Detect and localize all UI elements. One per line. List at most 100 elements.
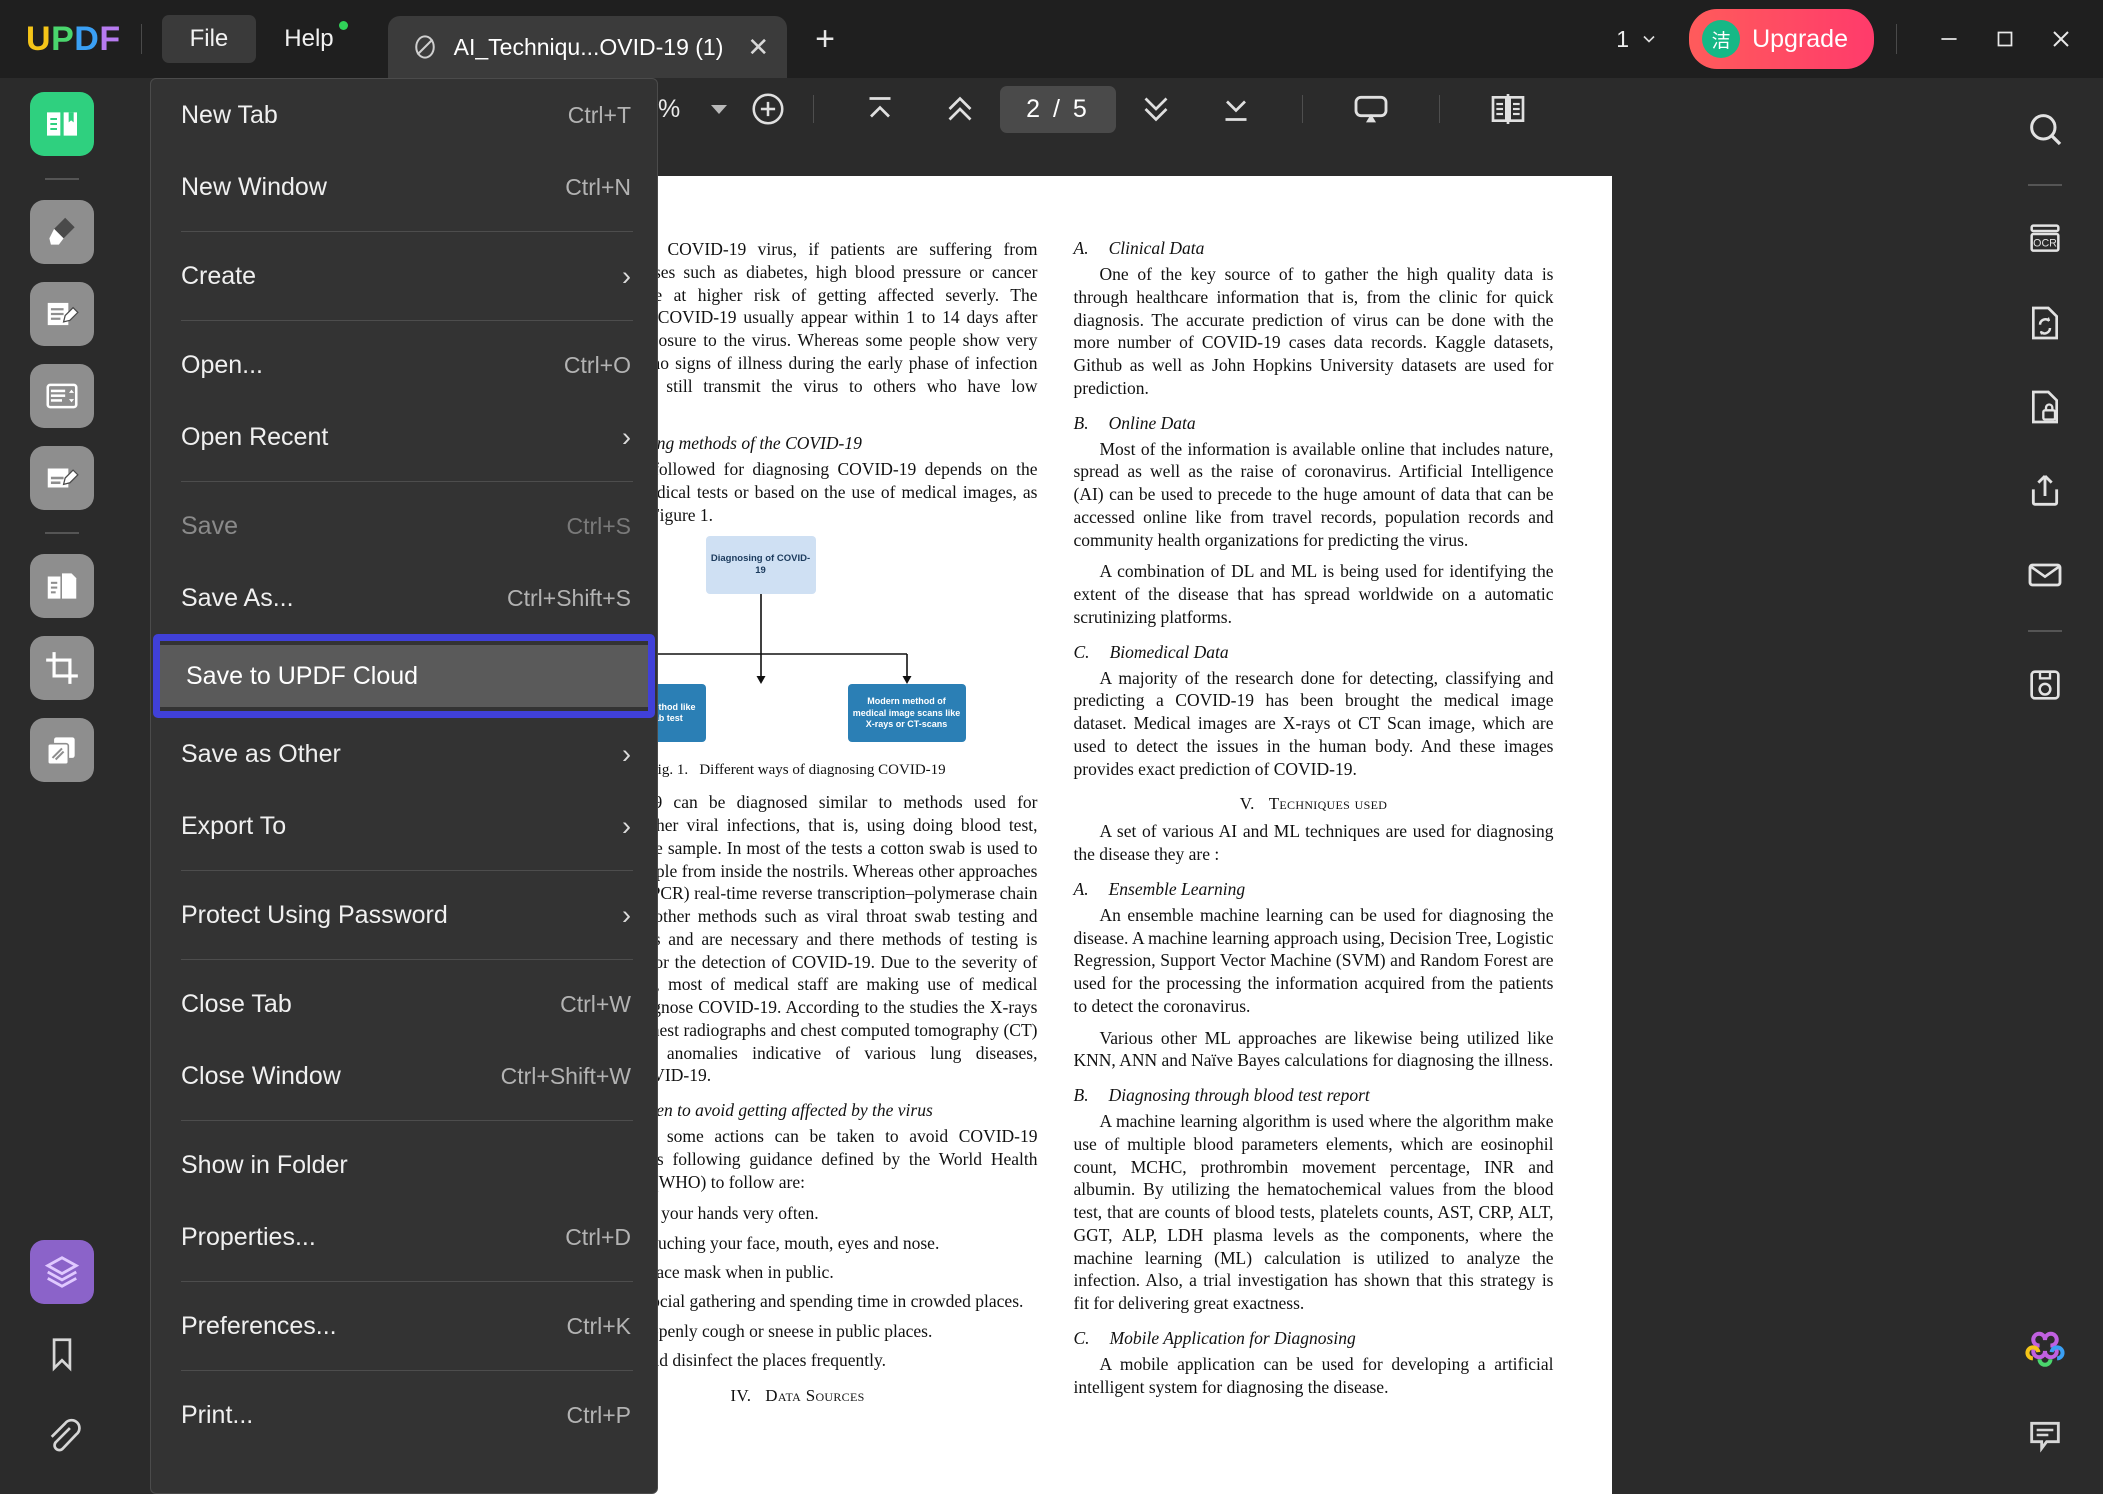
menu-item-label: New Tab bbox=[181, 100, 278, 129]
titlebar-right-group: 1 洁 Upgrade bbox=[1616, 9, 2103, 69]
paragraph: A machine learning algorithm is used whe… bbox=[1073, 1111, 1554, 1313]
avatar: 洁 bbox=[1702, 20, 1741, 58]
menu-item-open[interactable]: Open... Ctrl+O bbox=[151, 329, 657, 401]
close-window-button[interactable] bbox=[2033, 11, 2089, 67]
sidebar-item-edit-pdf[interactable] bbox=[30, 282, 94, 346]
heading-letter: A. bbox=[1073, 878, 1089, 899]
menu-item-label: Create bbox=[181, 261, 257, 290]
file-menu-dropdown[interactable]: New Tab Ctrl+T New Window Ctrl+N Create › Open… bbox=[150, 78, 658, 1494]
heading-letter: A. bbox=[1073, 238, 1089, 258]
file-menu-button[interactable]: File bbox=[161, 15, 257, 63]
sidebar-item-attachment[interactable] bbox=[30, 1404, 94, 1468]
paragraph: Most of the information is available onl… bbox=[1073, 438, 1554, 550]
menu-item-close-window[interactable]: Close Window Ctrl+Shift+W bbox=[151, 1040, 657, 1112]
updf-logo: UPDF bbox=[26, 19, 121, 58]
compress-icon[interactable] bbox=[2014, 654, 2076, 716]
maximize-button[interactable] bbox=[1977, 11, 2033, 67]
paragraph: A combination of DL and ML is being used… bbox=[1073, 561, 1554, 627]
menu-item-save-as-other[interactable]: Save as Other › bbox=[151, 718, 657, 790]
right-sidebar: OCR bbox=[1987, 78, 2103, 1494]
menu-item-protect-using-password[interactable]: Protect Using Password › bbox=[151, 879, 657, 951]
convert-file-icon[interactable] bbox=[2014, 292, 2076, 354]
menu-item-label: Open... bbox=[181, 350, 263, 379]
help-menu-button[interactable]: Help bbox=[256, 15, 361, 63]
menu-separator bbox=[181, 231, 633, 232]
menu-item-label: Save as Other bbox=[181, 739, 341, 768]
menu-separator bbox=[181, 870, 633, 871]
paragraph: One of the key source of to gather the h… bbox=[1073, 264, 1554, 398]
help-notification-dot bbox=[338, 21, 348, 30]
menu-item-save-as[interactable]: Save As... Ctrl+Shift+S bbox=[151, 562, 657, 634]
reading-mode-icon[interactable] bbox=[1488, 89, 1528, 129]
sidebar-item-reader[interactable] bbox=[30, 92, 94, 156]
menu-item-properties[interactable]: Properties... Ctrl+D bbox=[151, 1201, 657, 1273]
menu-item-open-recent[interactable]: Open Recent › bbox=[151, 401, 657, 473]
highlight-box-save-to-updf-cloud: Save to UPDF Cloud bbox=[153, 634, 655, 718]
sidebar-item-organize-pages[interactable] bbox=[30, 364, 94, 428]
menu-separator bbox=[181, 1281, 633, 1282]
menu-item-create[interactable]: Create › bbox=[151, 240, 657, 312]
document-tab[interactable]: AI_Techniqu...OVID-19 (1) ✕ bbox=[387, 16, 788, 78]
sidebar-item-annotate[interactable] bbox=[30, 446, 94, 510]
email-icon[interactable] bbox=[2014, 544, 2076, 606]
sidebar-item-bookmark[interactable] bbox=[30, 1322, 94, 1386]
last-page-icon[interactable] bbox=[1218, 91, 1254, 127]
new-tab-button[interactable]: + bbox=[815, 20, 835, 59]
help-menu-label: Help bbox=[284, 25, 334, 52]
heading-a-ensemble: A. Ensemble Learning bbox=[1074, 879, 1554, 900]
page-indicator[interactable]: 2 / 5 bbox=[1000, 85, 1116, 133]
presentation-icon[interactable] bbox=[1351, 89, 1391, 129]
window-count-selector[interactable]: 1 bbox=[1616, 26, 1659, 53]
menu-item-shortcut: Ctrl+P bbox=[566, 1401, 631, 1428]
heading-letter: C. bbox=[1073, 641, 1090, 662]
protect-file-icon[interactable] bbox=[2014, 376, 2076, 438]
right-sidebar-separator-1 bbox=[2028, 184, 2062, 186]
menu-separator bbox=[181, 320, 633, 321]
zoom-in-icon[interactable] bbox=[749, 90, 787, 128]
menu-separator bbox=[181, 1370, 633, 1371]
menu-item-save-to-updf-cloud[interactable]: Save to UPDF Cloud bbox=[160, 645, 648, 707]
menu-item-new-tab[interactable]: New Tab Ctrl+T bbox=[151, 79, 657, 151]
menu-item-print[interactable]: Print... Ctrl+P bbox=[151, 1379, 657, 1451]
ocr-icon[interactable]: OCR bbox=[2014, 208, 2076, 270]
menu-item-preferences[interactable]: Preferences... Ctrl+K bbox=[151, 1290, 657, 1362]
pdf-file-icon bbox=[414, 35, 435, 59]
window-controls bbox=[1921, 11, 2089, 67]
menu-item-label: Save As... bbox=[181, 583, 294, 612]
heading-text: Online Data bbox=[1108, 412, 1196, 433]
comment-icon[interactable] bbox=[2014, 1404, 2076, 1466]
first-page-icon[interactable] bbox=[862, 91, 898, 127]
sidebar-item-convert[interactable] bbox=[30, 554, 94, 618]
menu-item-label: Close Window bbox=[181, 1061, 341, 1090]
close-tab-icon[interactable]: ✕ bbox=[747, 32, 769, 63]
sidebar-item-batch[interactable] bbox=[30, 718, 94, 782]
minimize-button[interactable] bbox=[1921, 11, 1977, 67]
upgrade-button[interactable]: 洁 Upgrade bbox=[1689, 9, 1874, 69]
left-sidebar bbox=[0, 78, 124, 1494]
page-columns: affected with COVID-19 virus, if patient… bbox=[558, 238, 1554, 1412]
heading-b2: B. Online Data bbox=[1074, 413, 1554, 434]
section-heading-v: V. Techniques used bbox=[1074, 794, 1554, 814]
menu-item-new-window[interactable]: New Window Ctrl+N bbox=[151, 151, 657, 223]
share-icon[interactable] bbox=[2014, 460, 2076, 522]
sidebar-item-highlight[interactable] bbox=[30, 200, 94, 264]
menu-item-close-tab[interactable]: Close Tab Ctrl+W bbox=[151, 968, 657, 1040]
menu-item-label: Close Tab bbox=[181, 989, 292, 1018]
section-title: Data Sources bbox=[765, 1385, 865, 1405]
menu-item-export-to[interactable]: Export To › bbox=[151, 790, 657, 862]
next-page-icon[interactable] bbox=[1138, 91, 1174, 127]
paragraph: An ensemble machine learning can be used… bbox=[1073, 904, 1554, 1016]
ai-assistant-icon[interactable] bbox=[2014, 1320, 2076, 1382]
sidebar-item-crop[interactable] bbox=[30, 636, 94, 700]
file-menu-label: File bbox=[189, 25, 229, 52]
sidebar-item-layers[interactable] bbox=[30, 1240, 94, 1304]
search-icon[interactable] bbox=[2014, 98, 2076, 160]
chevron-right-icon: › bbox=[622, 738, 631, 769]
chevron-right-icon: › bbox=[622, 810, 631, 841]
zoom-dropdown-icon[interactable] bbox=[711, 104, 728, 114]
menu-item-show-in-folder[interactable]: Show in Folder bbox=[151, 1129, 657, 1201]
menu-item-shortcut: Ctrl+W bbox=[560, 990, 631, 1017]
previous-page-icon[interactable] bbox=[942, 91, 978, 127]
diagram-node-right: Modern method of medical image scans lik… bbox=[847, 684, 966, 743]
heading-a: A. Clinical Data bbox=[1074, 238, 1554, 259]
